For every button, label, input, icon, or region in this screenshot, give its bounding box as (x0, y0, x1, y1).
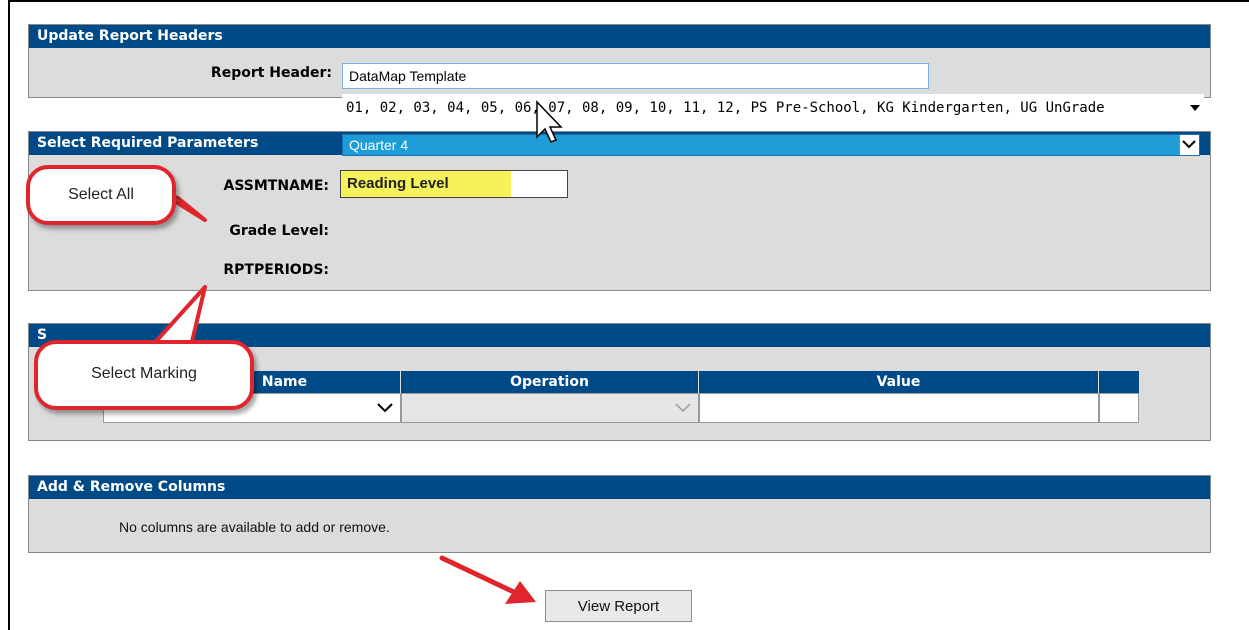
rptperiods-dropdown-button[interactable] (1179, 135, 1199, 155)
filter-col-extra (1099, 371, 1139, 393)
filter-col-name-label: Name (261, 374, 308, 390)
select-all-callout: Select All (26, 165, 176, 225)
chevron-down-icon (377, 403, 393, 413)
chevron-down-icon (675, 403, 691, 413)
assmtname-value: Reading Level (341, 171, 511, 197)
filters-table: Name Operation Value (103, 371, 1168, 425)
rptperiods-label: RPTPERIODS: (223, 262, 329, 278)
report-headers-panel: Update Report Headers Report Header: Dat… (28, 24, 1211, 98)
columns-panel: Add & Remove Columns No columns are avai… (28, 475, 1211, 553)
frame-left-border (8, 0, 10, 630)
report-headers-title: Update Report Headers (29, 25, 1210, 48)
grade-level-value: 01, 02, 03, 04, 05, 06, 07, 08, 09, 10, … (346, 100, 1105, 116)
chevron-down-icon (1182, 140, 1196, 149)
grade-level-select[interactable]: 01, 02, 03, 04, 05, 06, 07, 08, 09, 10, … (342, 94, 1204, 122)
dropdown-caret-icon (1190, 105, 1200, 111)
filter-col-value: Value (699, 371, 1099, 393)
report-header-input[interactable]: DataMap Template (342, 63, 929, 89)
filter-extra-cell (1099, 393, 1139, 423)
filter-value-input[interactable] (699, 393, 1099, 423)
frame-top-border (8, 0, 1249, 2)
arrow-head-icon (505, 581, 536, 604)
arrow-shaft (439, 555, 521, 597)
columns-title: Add & Remove Columns (29, 476, 1210, 499)
grade-level-label: Grade Level: (229, 223, 329, 239)
filter-col-operation: Operation (401, 371, 699, 393)
report-header-label: Report Header: (210, 65, 332, 81)
filter-operation-select[interactable] (401, 393, 699, 423)
rptperiods-select[interactable]: Quarter 4 (342, 134, 1200, 156)
view-report-button[interactable]: View Report (545, 590, 692, 622)
columns-message: No columns are available to add or remov… (119, 519, 390, 535)
rptperiods-value: Quarter 4 (349, 137, 409, 153)
assmtname-input[interactable]: Reading Level (340, 170, 568, 198)
select-marking-callout: Select Marking (34, 340, 254, 410)
